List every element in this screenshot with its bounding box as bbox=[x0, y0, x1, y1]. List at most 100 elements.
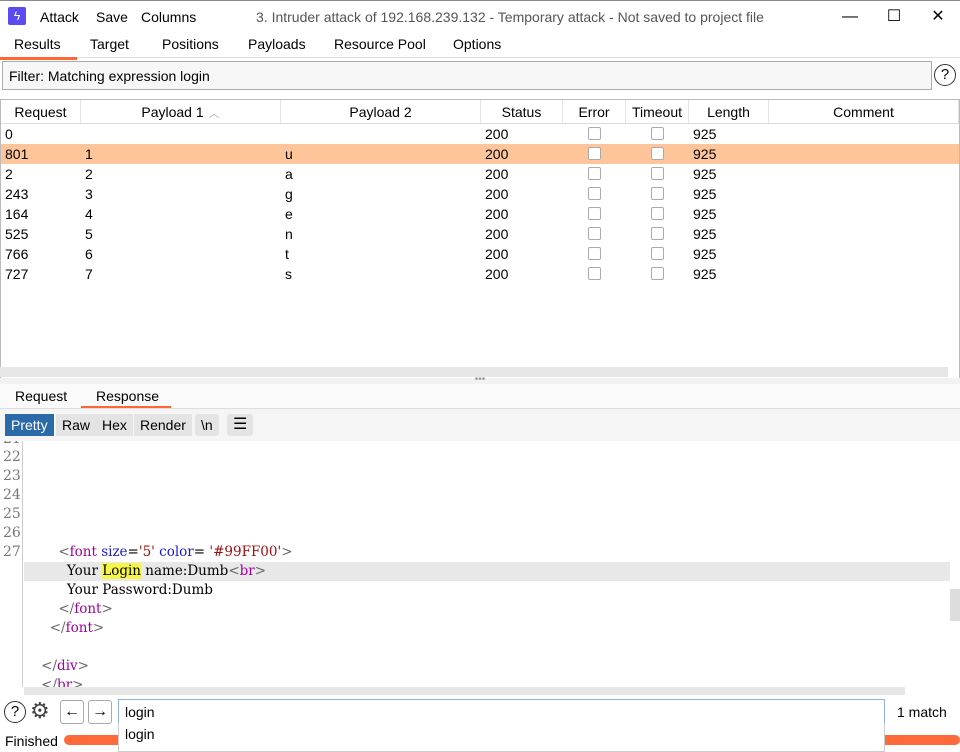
cell-request: 2 bbox=[5, 166, 13, 182]
mode-render[interactable]: Render bbox=[134, 414, 192, 436]
filter-bar[interactable]: Filter: Matching expression login bbox=[2, 61, 932, 90]
column-header-comment[interactable]: Comment bbox=[769, 100, 959, 124]
cell-status: 200 bbox=[485, 186, 509, 202]
minimize-icon[interactable]: — bbox=[838, 5, 862, 29]
active-tab-underline bbox=[81, 406, 171, 408]
line-number: 23 bbox=[3, 468, 21, 484]
cell-status: 200 bbox=[485, 146, 509, 162]
newline-toggle[interactable]: \n bbox=[195, 414, 219, 436]
column-header-error[interactable]: Error bbox=[563, 100, 626, 124]
cell-length: 925 bbox=[693, 226, 717, 242]
suggestion-item[interactable]: login bbox=[125, 726, 155, 742]
column-header-label: Payload 2 bbox=[349, 104, 412, 120]
column-header-timeout[interactable]: Timeout bbox=[626, 100, 689, 124]
cell-length: 925 bbox=[693, 186, 717, 202]
column-header-length[interactable]: Length bbox=[689, 100, 769, 124]
cell-length: 925 bbox=[693, 126, 717, 142]
tab-payloads[interactable]: Payloads bbox=[248, 36, 306, 52]
cell-length: 925 bbox=[693, 146, 717, 162]
cell-request: 525 bbox=[5, 226, 29, 242]
line-number: 24 bbox=[3, 487, 21, 503]
error-checkbox bbox=[588, 187, 601, 200]
table-row[interactable]: 0 200 925 bbox=[1, 124, 959, 144]
cell-payload-2: a bbox=[285, 166, 293, 182]
timeout-checkbox bbox=[651, 147, 664, 160]
table-scrollbar[interactable] bbox=[0, 367, 948, 377]
cell-request: 727 bbox=[5, 266, 29, 282]
next-match-button[interactable]: → bbox=[88, 700, 112, 724]
table-row[interactable]: 766 6 t 200 925 bbox=[1, 244, 959, 264]
code-line: <font size='5' color= '#99FF00'> bbox=[58, 544, 293, 560]
table-row[interactable]: 164 4 e 200 925 bbox=[1, 204, 959, 224]
gear-icon[interactable]: ⚙ bbox=[30, 699, 50, 723]
line-number: 22 bbox=[3, 449, 21, 465]
column-header-request[interactable]: Request bbox=[1, 100, 81, 124]
response-body[interactable]: 21 22 23 24 25 26 27 <font size='5' colo… bbox=[0, 441, 960, 687]
menu-columns[interactable]: Columns bbox=[141, 9, 196, 25]
timeout-checkbox bbox=[651, 127, 664, 140]
code-vertical-scrollbar[interactable] bbox=[950, 589, 960, 621]
table-row[interactable]: 2 2 a 200 925 bbox=[1, 164, 959, 184]
cell-length: 925 bbox=[693, 266, 717, 282]
close-icon[interactable]: ✕ bbox=[926, 5, 950, 29]
hamburger-icon[interactable]: ☰ bbox=[227, 414, 254, 436]
table-row[interactable]: 525 5 n 200 925 bbox=[1, 224, 959, 244]
column-header-label: Length bbox=[707, 104, 750, 120]
cell-payload-1 bbox=[81, 124, 85, 144]
cell-comment bbox=[769, 184, 773, 204]
table-row[interactable]: 243 3 g 200 925 bbox=[1, 184, 959, 204]
cell-payload-1: 7 bbox=[85, 266, 93, 282]
tab-response[interactable]: Response bbox=[96, 388, 159, 404]
mode-hex[interactable]: Hex bbox=[96, 414, 133, 436]
cell-payload-2 bbox=[281, 124, 285, 144]
mode-raw[interactable]: Raw bbox=[56, 414, 97, 436]
code-horizontal-scrollbar[interactable] bbox=[24, 687, 905, 695]
cell-payload-1: 1 bbox=[85, 146, 93, 162]
previous-match-button[interactable]: ← bbox=[60, 700, 84, 724]
menu-attack[interactable]: Attack bbox=[40, 9, 79, 25]
table-row[interactable]: 801 1 u 200 925 bbox=[1, 144, 959, 164]
cell-request: 0 bbox=[5, 126, 13, 142]
code-line: </font> bbox=[58, 601, 113, 617]
help-icon[interactable]: ? bbox=[934, 64, 956, 86]
code-line: </br> bbox=[41, 677, 84, 687]
table-row[interactable]: 727 7 s 200 925 bbox=[1, 264, 959, 284]
error-checkbox bbox=[588, 127, 601, 140]
cell-payload-1: 4 bbox=[85, 206, 93, 222]
column-header-payload-1[interactable]: Payload 1 ︿ bbox=[81, 100, 281, 124]
column-header-payload-2[interactable]: Payload 2 bbox=[281, 100, 481, 124]
search-input[interactable] bbox=[118, 699, 885, 724]
code-line-highlighted: Your Login name:Dumb<br> bbox=[24, 562, 950, 581]
error-checkbox bbox=[588, 207, 601, 220]
mode-pretty[interactable]: Pretty bbox=[5, 414, 54, 436]
cell-length: 925 bbox=[693, 206, 717, 222]
line-number: 21 bbox=[3, 441, 21, 447]
window-title: 3. Intruder attack of 192.168.239.132 - … bbox=[256, 9, 764, 25]
timeout-checkbox bbox=[651, 247, 664, 260]
tab-request[interactable]: Request bbox=[15, 388, 67, 404]
cell-status: 200 bbox=[485, 126, 509, 142]
column-header-status[interactable]: Status bbox=[481, 100, 563, 124]
search-match: Login bbox=[102, 563, 141, 579]
help-icon[interactable]: ? bbox=[4, 701, 26, 723]
line-number: 26 bbox=[3, 525, 21, 541]
tab-target[interactable]: Target bbox=[90, 36, 129, 52]
tab-resource-pool[interactable]: Resource Pool bbox=[334, 36, 426, 52]
cell-request: 766 bbox=[5, 246, 29, 262]
cell-payload-2: n bbox=[285, 226, 293, 242]
timeout-checkbox bbox=[651, 167, 664, 180]
maximize-icon[interactable]: ☐ bbox=[882, 5, 906, 29]
tab-positions[interactable]: Positions bbox=[162, 36, 219, 52]
tab-options[interactable]: Options bbox=[453, 36, 501, 52]
line-number: 27 bbox=[3, 544, 21, 560]
viewer-toolbar: Pretty Raw Hex Render \n ☰ bbox=[0, 409, 960, 441]
timeout-checkbox bbox=[651, 227, 664, 240]
cell-payload-2: u bbox=[285, 146, 293, 162]
cell-comment bbox=[769, 124, 773, 144]
cell-comment bbox=[769, 224, 773, 244]
menu-save[interactable]: Save bbox=[96, 9, 128, 25]
cell-payload-1: 6 bbox=[85, 246, 93, 262]
cell-comment bbox=[769, 204, 773, 224]
viewer-tabs: Request Response bbox=[0, 384, 960, 409]
tab-results[interactable]: Results bbox=[0, 36, 77, 60]
